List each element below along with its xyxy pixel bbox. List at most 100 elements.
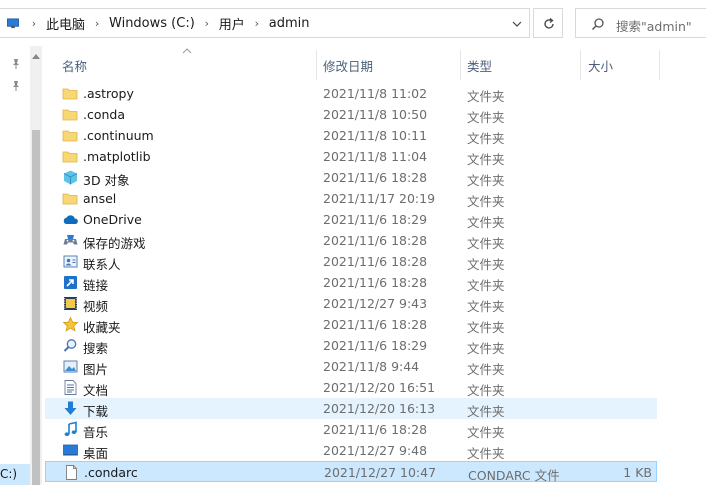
file-row[interactable]: .condarc 2021/12/27 10:47 CONDARC 文件 1 KB: [45, 461, 657, 483]
folder-icon: [62, 88, 78, 100]
column-divider[interactable]: [580, 50, 581, 80]
file-type: 文件夹: [467, 341, 505, 356]
file-type: CONDARC 文件: [468, 468, 560, 483]
file-row[interactable]: 文档 2021/12/20 16:51 文件夹: [45, 377, 657, 398]
file-modified-date: 2021/11/6 18:28: [323, 317, 428, 332]
file-row[interactable]: ansel 2021/11/17 20:19 文件夹: [45, 188, 657, 209]
breadcrumb-drive-c[interactable]: Windows (C:): [107, 16, 197, 31]
nav-item-drive-c-label[interactable]: C:): [0, 467, 17, 481]
file-name: 链接: [83, 278, 109, 293]
address-bar[interactable]: › 此电脑 › Windows (C:) › 用户 › admin: [0, 8, 530, 38]
file-type: 文件夹: [467, 404, 505, 419]
file-type: 文件夹: [467, 257, 505, 272]
3d-objects-icon: [63, 170, 78, 185]
contacts-icon: [63, 255, 78, 268]
pin-icon[interactable]: [10, 80, 22, 92]
links-icon: [64, 276, 77, 289]
folder-icon: [62, 151, 78, 163]
breadcrumb-separator[interactable]: ›: [247, 17, 267, 30]
file-type: 文件夹: [467, 320, 505, 335]
column-modified[interactable]: 修改日期: [323, 56, 373, 75]
column-size[interactable]: 大小: [588, 56, 613, 75]
file-row[interactable]: 保存的游戏 2021/11/6 18:28 文件夹: [45, 230, 657, 251]
column-divider[interactable]: [460, 50, 461, 80]
file-modified-date: 2021/11/6 18:28: [323, 170, 428, 185]
file-row[interactable]: 3D 对象 2021/11/6 18:28 文件夹: [45, 167, 657, 188]
breadcrumb-users[interactable]: 用户: [217, 14, 247, 33]
file-modified-date: 2021/11/8 11:04: [323, 149, 428, 164]
file-row[interactable]: .continuum 2021/11/8 10:11 文件夹: [45, 125, 657, 146]
file-type: 文件夹: [467, 236, 505, 251]
this-pc-icon: [7, 17, 19, 28]
file-modified-date: 2021/11/8 10:11: [323, 128, 428, 143]
breadcrumb-admin[interactable]: admin: [267, 16, 312, 31]
file-modified-date: 2021/12/20 16:51: [323, 380, 436, 395]
file-name: 联系人: [83, 257, 121, 272]
file-type: 文件夹: [467, 173, 505, 188]
breadcrumb-separator[interactable]: ›: [197, 17, 217, 30]
chevron-down-icon[interactable]: [507, 17, 527, 31]
file-modified-date: 2021/11/6 18:28: [323, 254, 428, 269]
file-row[interactable]: 链接 2021/11/6 18:28 文件夹: [45, 272, 657, 293]
file-row[interactable]: 联系人 2021/11/6 18:28 文件夹: [45, 251, 657, 272]
file-modified-date: 2021/11/6 18:28: [323, 275, 428, 290]
column-divider[interactable]: [659, 50, 660, 80]
file-row[interactable]: .conda 2021/11/8 10:50 文件夹: [45, 104, 657, 125]
file-row[interactable]: .astropy 2021/11/8 11:02 文件夹: [45, 83, 657, 104]
videos-icon: [64, 297, 77, 310]
file-row[interactable]: 收藏夹 2021/11/6 18:28 文件夹: [45, 314, 657, 335]
file-modified-date: 2021/11/6 18:28: [323, 422, 428, 437]
file-modified-date: 2021/12/27 9:48: [323, 443, 428, 458]
file-modified-date: 2021/12/27 9:43: [323, 296, 428, 311]
file-modified-date: 2021/11/6 18:29: [323, 212, 428, 227]
file-row[interactable]: 视频 2021/12/27 9:43 文件夹: [45, 293, 657, 314]
file-type: 文件夹: [467, 131, 505, 146]
refresh-button[interactable]: [533, 8, 563, 38]
breadcrumb-separator: ›: [31, 16, 37, 30]
saved-games-icon: [63, 235, 78, 245]
file-row[interactable]: 音乐 2021/11/6 18:28 文件夹: [45, 419, 657, 440]
file-row[interactable]: .matplotlib 2021/11/8 11:04 文件夹: [45, 146, 657, 167]
file-modified-date: 2021/11/8 11:02: [323, 86, 428, 101]
documents-icon: [64, 380, 77, 395]
file-name: OneDrive: [83, 212, 142, 227]
file-name: 保存的游戏: [83, 236, 146, 251]
file-name: 文档: [83, 383, 109, 398]
file-modified-date: 2021/12/20 16:13: [323, 401, 436, 416]
column-name[interactable]: 名称: [62, 56, 87, 75]
file-type: 文件夹: [467, 362, 505, 377]
file-name: 音乐: [83, 425, 109, 440]
scroll-up-arrow-icon[interactable]: [32, 54, 40, 59]
column-divider[interactable]: [316, 50, 317, 80]
file-type: 文件夹: [467, 215, 505, 230]
column-header: 名称 修改日期 类型 大小: [45, 46, 706, 80]
file-icon: [66, 465, 77, 480]
nav-scrollbar[interactable]: [30, 46, 42, 485]
file-modified-date: 2021/11/6 18:28: [323, 233, 428, 248]
file-row[interactable]: 搜索 2021/11/6 18:29 文件夹: [45, 335, 657, 356]
breadcrumb-this-pc[interactable]: 此电脑: [44, 14, 87, 33]
file-name: 桌面: [83, 446, 109, 461]
file-row[interactable]: 桌面 2021/12/27 9:48 文件夹: [45, 440, 657, 461]
file-name: 3D 对象: [83, 173, 130, 188]
file-row[interactable]: OneDrive 2021/11/6 18:29 文件夹: [45, 209, 657, 230]
search-icon: [591, 18, 604, 31]
address-toolbar: › 此电脑 › Windows (C:) › 用户 › admin 搜索"adm…: [0, 0, 706, 46]
file-type: 文件夹: [467, 278, 505, 293]
file-row[interactable]: 下载 2021/12/20 16:13 文件夹: [45, 398, 657, 419]
downloads-arrow-icon: [64, 401, 77, 415]
search-input[interactable]: 搜索"admin": [575, 8, 706, 38]
column-type[interactable]: 类型: [467, 56, 492, 75]
file-row[interactable]: 图片 2021/11/8 9:44 文件夹: [45, 356, 657, 377]
favorites-star-icon: [62, 316, 79, 332]
pictures-icon: [63, 360, 78, 373]
file-name: 收藏夹: [83, 320, 121, 335]
scrollbar-thumb[interactable]: [32, 130, 40, 485]
file-modified-date: 2021/11/8 10:50: [323, 107, 428, 122]
pin-icon[interactable]: [10, 58, 22, 70]
file-name: 下载: [83, 404, 109, 419]
breadcrumb-separator[interactable]: ›: [87, 17, 107, 30]
file-type: 文件夹: [467, 299, 505, 314]
navigation-pane: C:): [0, 46, 45, 485]
searches-icon: [63, 339, 77, 352]
